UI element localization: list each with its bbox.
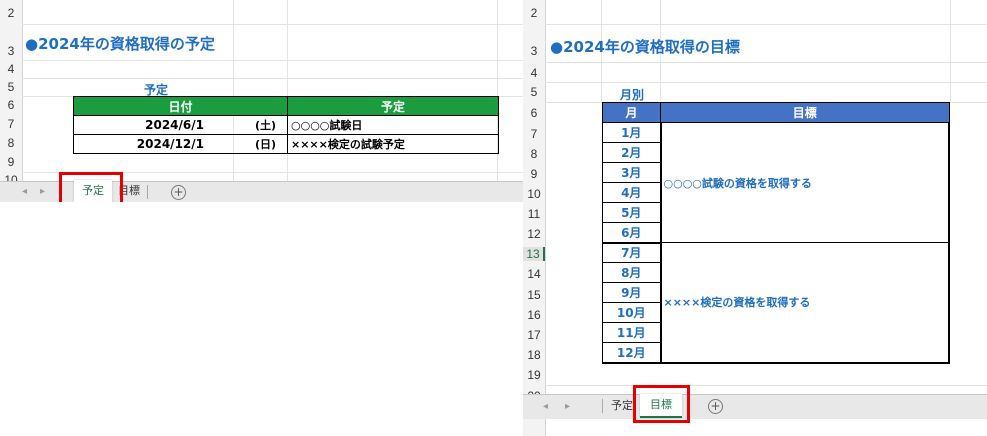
row-number[interactable]: 10 [0,173,22,181]
month-cell[interactable]: 1月 [602,122,661,143]
date-cell[interactable]: 2024/6/1 [73,115,244,135]
gridline [22,60,523,61]
row-number[interactable]: 9 [523,167,545,181]
month-cell[interactable]: 11月 [602,322,661,343]
row-number[interactable]: 9 [0,155,22,169]
sheet-tab-bar [523,394,987,419]
month-cell[interactable]: 6月 [602,222,661,244]
tab-separator [147,185,148,199]
gridline [22,78,523,79]
add-sheet-icon[interactable]: + [171,185,186,200]
row-number[interactable]: 8 [523,147,545,161]
row-number[interactable]: 12 [523,227,545,241]
header-cell-date[interactable]: 日付 [73,96,288,116]
header-cell-goal[interactable]: 目標 [660,102,950,123]
row-number[interactable]: 3 [0,44,22,58]
header-cell-plan[interactable]: 予定 [287,96,499,116]
gridline [545,385,987,386]
row-number[interactable]: 6 [0,98,22,112]
month-cell[interactable]: 9月 [602,282,661,303]
row-number[interactable]: 2 [523,6,545,20]
sheet-title: ●2024年の資格取得の目標 [550,38,740,56]
month-cell[interactable]: 12月 [602,342,661,364]
row-number[interactable]: 2 [0,6,22,20]
gridline [233,0,234,182]
row-number[interactable]: 14 [523,267,545,281]
nav-prev-icon[interactable]: ◂ [543,401,548,412]
row-number[interactable]: 6 [523,106,545,120]
row-number[interactable]: 15 [523,288,545,302]
table-label: 月別 [620,88,645,102]
plan-cell[interactable]: ○○○○試験日 [287,115,499,135]
gridline [497,0,498,182]
row-number[interactable]: 18 [523,348,545,362]
row-number[interactable]: 11 [523,207,545,221]
left-spreadsheet-pane: 2 3 4 5 6 7 8 9 10 ●2024年の資格取得の予定 予定 日付 … [0,0,523,202]
month-cell[interactable]: 3月 [602,162,661,183]
row-number[interactable]: 16 [523,308,545,322]
gridline [22,24,523,25]
row-number[interactable]: 17 [523,328,545,342]
right-spreadsheet-pane: 2 3 4 5 6 7 8 9 10 11 12 13 14 15 16 17 … [523,0,987,436]
weekday-cell[interactable]: (日) [244,134,288,154]
goal-table: 月 目標 1月 ○○○○試験の資格を取得する 2月 3月 4月 5月 6月 7月… [602,102,950,364]
month-cell[interactable]: 2月 [602,142,661,163]
gridline [545,62,987,63]
nav-next-icon[interactable]: ▸ [565,401,570,412]
gridline [545,24,987,25]
row-number[interactable]: 8 [0,136,22,150]
row-number[interactable]: 7 [523,127,545,141]
gridline [287,0,288,182]
weekday-cell[interactable]: (土) [244,115,288,135]
row-number[interactable]: 3 [523,44,545,58]
row-number[interactable]: 7 [0,117,22,131]
gridline [950,0,951,102]
date-cell[interactable]: 2024/12/1 [73,134,244,154]
highlight-box [59,172,123,202]
tab-separator [602,399,603,413]
month-cell[interactable]: 5月 [602,202,661,223]
schedule-table: 日付 予定 2024/6/1 (土) ○○○○試験日 2024/12/1 (日)… [73,96,499,154]
nav-next-icon[interactable]: ▸ [40,186,45,197]
row-number[interactable]: 5 [523,85,545,99]
nav-prev-icon[interactable]: ◂ [22,186,27,197]
header-cell-month[interactable]: 月 [602,102,661,123]
row-number[interactable]: 10 [523,187,545,201]
row-number-selected[interactable]: 13 [523,247,545,261]
row-number[interactable]: 4 [0,62,22,76]
highlight-box [633,385,690,423]
row-number[interactable]: 4 [523,66,545,80]
month-cell[interactable]: 8月 [602,262,661,283]
month-cell[interactable]: 10月 [602,302,661,323]
sheet-title: ●2024年の資格取得の予定 [25,35,215,53]
plan-cell[interactable]: ××××検定の試験予定 [287,134,499,154]
month-cell[interactable]: 7月 [602,242,661,263]
add-sheet-icon[interactable]: + [708,399,723,414]
row-number[interactable]: 5 [0,80,22,94]
goal-cell[interactable]: ○○○○試験の資格を取得する [659,122,950,243]
month-cell[interactable]: 4月 [602,182,661,203]
goal-cell[interactable]: ××××検定の資格を取得する [659,242,950,364]
row-number[interactable]: 19 [523,368,545,382]
gridline [545,82,987,83]
